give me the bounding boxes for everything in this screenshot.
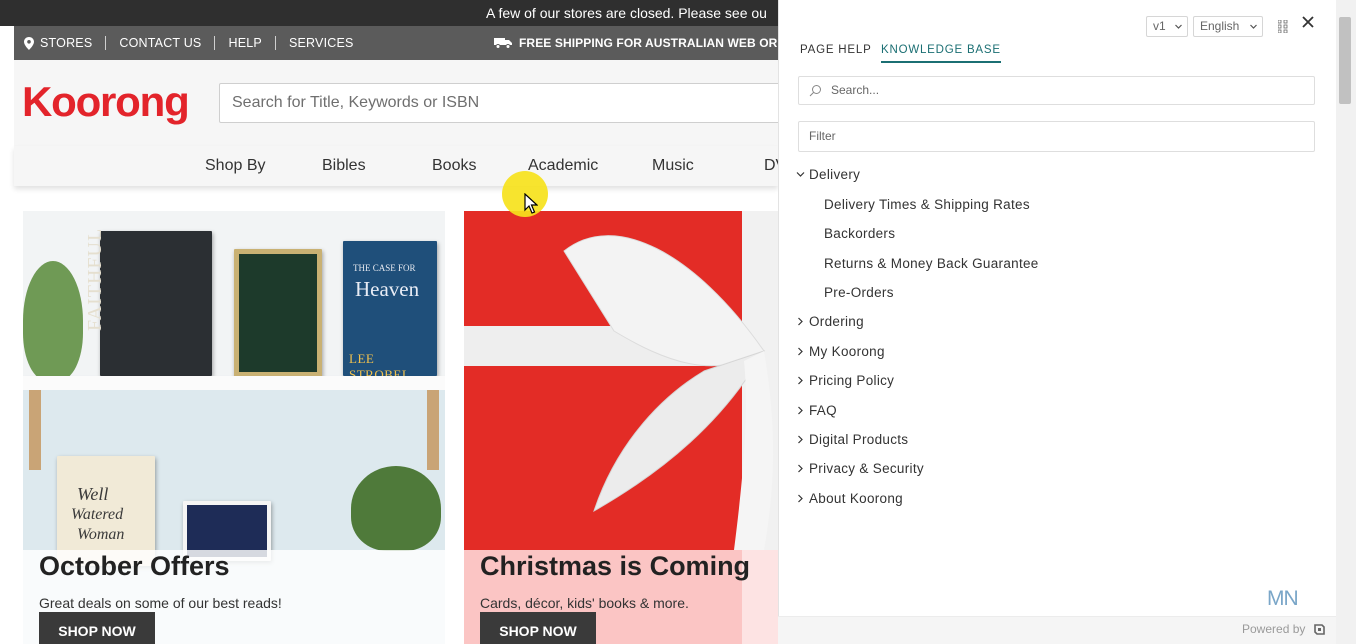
tree-subitem-pre-orders[interactable]: Pre-Orders xyxy=(824,285,894,300)
contact-label: CONTACT US xyxy=(119,36,202,50)
mouse-cursor-icon xyxy=(524,193,538,214)
tree-item-faq[interactable]: FAQ xyxy=(796,403,837,418)
nav-music[interactable]: Music xyxy=(652,146,694,186)
nav-bibles[interactable]: Bibles xyxy=(322,146,366,186)
stores-label: STORES xyxy=(40,36,93,50)
utility-bar: STORES CONTACT US HELP SERVICES FREE SHI… xyxy=(14,26,778,60)
book-cover-green xyxy=(234,249,322,377)
nav-books[interactable]: Books xyxy=(432,146,476,186)
main-nav: Shop By Bibles Books Academic Music DV xyxy=(14,146,778,186)
tree-subitem-returns[interactable]: Returns & Money Back Guarantee xyxy=(824,256,1039,271)
tree-item-delivery[interactable]: Delivery xyxy=(796,167,860,182)
book-title-heaven: Heaven xyxy=(355,277,420,301)
tree-item-label: Digital Products xyxy=(809,432,909,447)
nav-shop-by[interactable]: Shop By xyxy=(205,146,265,186)
christmas-banner[interactable]: Christmas is Coming Cards, décor, kids' … xyxy=(464,211,778,644)
tree-item-digital-products[interactable]: Digital Products xyxy=(796,432,908,447)
language-value: English xyxy=(1200,19,1240,33)
shipping-text: FREE SHIPPING FOR AUSTRALIAN WEB ORDE xyxy=(519,36,778,50)
version-select[interactable]: v1 xyxy=(1146,16,1188,37)
close-icon[interactable] xyxy=(1300,14,1316,30)
vendor-logo-icon xyxy=(1314,624,1325,635)
shop-now-button[interactable]: SHOP NOW xyxy=(480,612,596,644)
chevron-down-icon xyxy=(1175,24,1182,29)
tree-item-label: About Koorong xyxy=(809,491,903,506)
right-margin xyxy=(1356,0,1366,644)
shop-now-button[interactable]: SHOP NOW xyxy=(39,612,155,644)
book-cover-heaven: THE CASE FOR Heaven LEE STROBEL xyxy=(343,241,437,382)
chevron-right-icon xyxy=(798,464,803,473)
book-title-line2: Watered xyxy=(71,506,124,523)
mn-brand-mark: MN xyxy=(1267,587,1299,610)
plant-image xyxy=(23,261,83,381)
book-title-line1: Well xyxy=(77,484,109,504)
potted-plant-image xyxy=(351,466,441,551)
banner-subtitle: Cards, décor, kids' books & more. xyxy=(480,595,689,611)
shelf xyxy=(23,376,445,390)
chevron-down-icon xyxy=(1250,24,1257,29)
tree-item-about-koorong[interactable]: About Koorong xyxy=(796,491,903,506)
chevron-right-icon xyxy=(798,376,803,385)
chevron-down-icon xyxy=(796,172,805,177)
tab-page-help[interactable]: PAGE HELP xyxy=(800,44,872,61)
announcement-text: A few of our stores are closed. Please s… xyxy=(486,5,767,21)
kb-filter-input[interactable]: Filter xyxy=(798,121,1315,152)
banner-subtitle: Great deals on some of our best reads! xyxy=(39,595,282,611)
bow-image xyxy=(563,235,774,550)
stores-link[interactable]: STORES xyxy=(14,36,105,50)
tree-item-privacy-security[interactable]: Privacy & Security xyxy=(796,461,924,476)
tree-item-label: Privacy & Security xyxy=(809,461,924,476)
kb-search-input[interactable]: Search... xyxy=(798,76,1315,105)
tree-item-ordering[interactable]: Ordering xyxy=(796,314,864,329)
kb-search-placeholder: Search... xyxy=(831,83,880,97)
tree-item-label: Pricing Policy xyxy=(809,373,895,388)
tab-knowledge-base[interactable]: KNOWLEDGE BASE xyxy=(881,44,1001,63)
chevron-right-icon xyxy=(798,317,803,326)
shelf-bracket xyxy=(427,390,439,470)
koorong-logo[interactable]: Koorong xyxy=(22,78,190,126)
services-link[interactable]: SERVICES xyxy=(276,36,367,50)
services-label: SERVICES xyxy=(288,36,354,50)
tree-item-label: Ordering xyxy=(809,314,864,329)
book-subtitle-heaven: THE CASE FOR xyxy=(353,263,416,273)
tree-item-pricing-policy[interactable]: Pricing Policy xyxy=(796,373,894,388)
website-background: A few of our stores are closed. Please s… xyxy=(0,0,778,644)
apps-grid-icon[interactable] xyxy=(1278,20,1288,33)
powered-by-text: Powered by xyxy=(1242,622,1306,636)
tree-subitem-delivery-times[interactable]: Delivery Times & Shipping Rates xyxy=(824,197,1030,212)
banner-title: October Offers xyxy=(39,551,230,581)
tree-item-label: Delivery xyxy=(809,167,861,182)
help-link[interactable]: HELP xyxy=(215,36,274,50)
book-title-faithful: FAITHFUL xyxy=(84,227,106,331)
tree-item-label: FAQ xyxy=(809,403,837,418)
chevron-right-icon xyxy=(798,347,803,356)
contact-link[interactable]: CONTACT US xyxy=(106,36,214,50)
chevron-right-icon xyxy=(798,494,803,503)
nav-dvd[interactable]: DV xyxy=(764,146,778,186)
version-value: v1 xyxy=(1153,19,1166,33)
book-cover-faithful: FAITHFUL xyxy=(84,228,212,376)
location-pin-icon xyxy=(24,36,34,50)
truck-icon xyxy=(494,38,512,49)
site-header: Koorong Search for Title, Keywords or IS… xyxy=(14,60,778,146)
tree-item-label: My Koorong xyxy=(809,344,885,359)
free-shipping-notice: FREE SHIPPING FOR AUSTRALIAN WEB ORDE xyxy=(494,26,778,60)
site-search-input[interactable]: Search for Title, Keywords or ISBN xyxy=(219,83,778,123)
shelf-bracket xyxy=(29,390,41,470)
chevron-right-icon xyxy=(798,435,803,444)
book-title-line3: Woman xyxy=(77,526,125,543)
october-offers-banner[interactable]: FAITHFUL THE CASE FOR Heaven LEE STROBEL… xyxy=(23,211,445,644)
announcement-bar: A few of our stores are closed. Please s… xyxy=(0,0,778,26)
tree-item-my-koorong[interactable]: My Koorong xyxy=(796,344,885,359)
tree-subitem-backorders[interactable]: Backorders xyxy=(824,226,895,241)
chevron-right-icon xyxy=(798,406,803,415)
left-margin xyxy=(0,0,14,644)
language-select[interactable]: English xyxy=(1193,16,1263,37)
help-label: HELP xyxy=(228,36,262,50)
banner-title: Christmas is Coming xyxy=(480,551,751,581)
scrollbar-thumb[interactable] xyxy=(1339,17,1351,104)
search-icon xyxy=(809,85,821,97)
